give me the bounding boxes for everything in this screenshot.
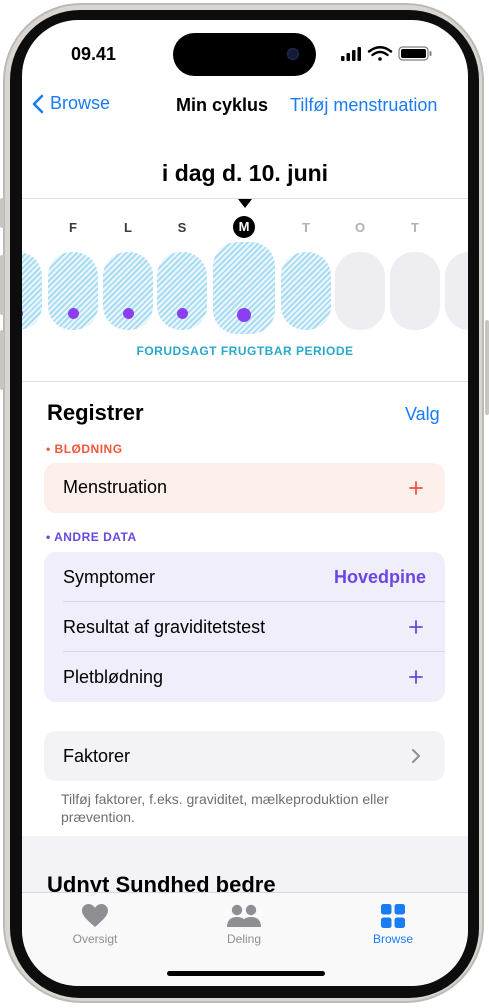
cycle-day-cell[interactable]	[22, 252, 42, 330]
day-letter: O	[354, 220, 366, 235]
tab-label: Browse	[372, 932, 413, 946]
chevron-right-icon	[412, 749, 420, 763]
volume-down-button	[0, 330, 4, 390]
side-button	[485, 320, 489, 415]
spotting-label: Pletblødning	[63, 667, 164, 687]
plus-icon	[409, 620, 423, 634]
pregnancy-test-row[interactable]: Resultat af graviditetstest	[44, 602, 445, 652]
day-letter: S	[177, 220, 187, 235]
cycle-day-cell[interactable]	[281, 252, 331, 330]
symptoms-row[interactable]: Symptomer Hovedpine	[44, 552, 445, 602]
battery-icon	[398, 46, 432, 61]
symptoms-label: Symptomer	[63, 567, 156, 587]
menstruation-label: Menstruation	[63, 477, 168, 497]
factors-label: Faktorer	[63, 746, 131, 766]
add-menstruation-plus-icon	[409, 481, 423, 495]
day-letter: T	[302, 220, 310, 235]
day-letter: T	[411, 220, 419, 235]
today-day-marker: M	[233, 216, 255, 238]
action-button	[0, 198, 4, 228]
logged-data-dot	[176, 308, 188, 319]
navigation-bar: Browse Min cyklus Tilføj menstruation	[22, 93, 468, 123]
pregnancy-test-label: Resultat af graviditetstest	[63, 617, 266, 637]
tab-oversigt[interactable]: Oversigt	[45, 903, 145, 946]
cycle-day-cell[interactable]	[445, 252, 468, 330]
add-menstruation-button[interactable]: Tilføj menstruation	[290, 95, 437, 116]
status-icons	[341, 46, 432, 61]
camera-icon	[287, 48, 299, 60]
plus-icon	[409, 670, 423, 684]
signal-icon	[341, 47, 361, 61]
tab-label: Deling	[226, 932, 262, 946]
grid-icon	[381, 904, 405, 928]
tab-browse[interactable]: Browse	[343, 903, 443, 946]
calendar-divider-bottom	[22, 381, 468, 382]
day-letter: F	[69, 220, 77, 235]
wifi-icon	[367, 46, 393, 61]
day-letter: L	[124, 220, 132, 235]
bullet-icon: •	[46, 530, 51, 544]
chevron-left-icon	[32, 94, 44, 113]
people-icon	[227, 904, 261, 927]
tab-deling[interactable]: Deling	[194, 903, 294, 946]
tab-label: Oversigt	[72, 932, 118, 946]
dynamic-island	[173, 33, 316, 76]
logged-data-dot	[237, 308, 251, 322]
cycle-day-cell[interactable]	[390, 252, 440, 330]
options-button[interactable]: Valg	[405, 404, 440, 425]
menstruation-row[interactable]: Menstruation	[44, 463, 445, 513]
bleeding-category-label: • BLØDNING	[46, 442, 123, 456]
day-letter: T	[22, 220, 37, 235]
bullet-icon: •	[46, 442, 51, 456]
symptoms-value: Hovedpine	[333, 567, 426, 587]
logged-data-dot	[122, 308, 134, 319]
volume-up-button	[0, 255, 4, 315]
other-data-category-label: • ANDRE DATA	[46, 530, 137, 544]
logged-data-dot	[67, 308, 79, 319]
status-time: 09.41	[71, 44, 117, 64]
factors-row[interactable]: Faktorer	[44, 731, 445, 781]
spotting-row[interactable]: Pletblødning	[44, 652, 445, 702]
home-indicator	[167, 971, 325, 976]
selected-date-title: i dag d. 10. juni	[161, 160, 329, 186]
other-data-card: Symptomer Hovedpine Resultat af gravidit…	[44, 552, 445, 702]
factors-note: Tilføj faktorer, f.eks. graviditet, mælk…	[61, 791, 389, 825]
back-label: Browse	[50, 93, 111, 113]
register-heading: Registrer	[47, 400, 144, 425]
screen: 09.41 Browse Min cyklus Tilføj menstruat…	[22, 20, 468, 986]
back-button[interactable]: Browse	[32, 93, 110, 114]
fertile-period-label: FORUDSAGT FRUGTBAR PERIODE	[136, 344, 354, 358]
today-pointer-icon	[238, 199, 252, 208]
page-title: Min cyklus	[176, 95, 269, 115]
cycle-day-cell[interactable]	[335, 252, 385, 330]
heart-icon	[82, 904, 108, 927]
